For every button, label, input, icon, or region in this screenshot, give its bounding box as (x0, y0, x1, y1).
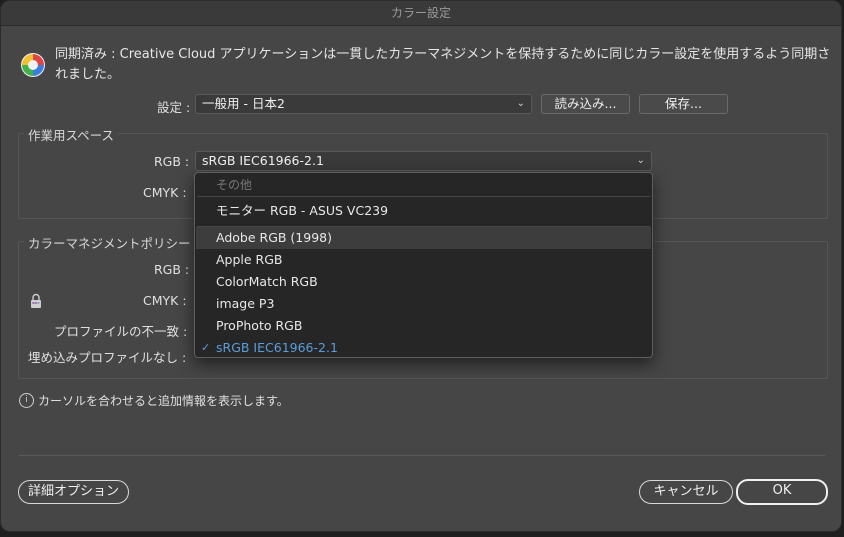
menu-item-label: Adobe RGB (1998) (216, 230, 332, 245)
menu-item-prophoto-rgb[interactable]: ProPhoto RGB (196, 315, 651, 337)
load-button[interactable]: 読み込み... (541, 94, 630, 114)
advanced-options-button[interactable]: 詳細オプション (18, 480, 129, 504)
window-title: カラー設定 (1, 1, 841, 26)
working-spaces-title: 作業用スペース (24, 125, 119, 144)
policy-rgb-label: RGB : (154, 262, 190, 277)
settings-select[interactable]: 一般用 - 日本2 ⌄ (195, 94, 532, 114)
info-icon: i (19, 393, 34, 408)
policies-title: カラーマネジメントポリシー (24, 233, 195, 252)
menu-section-header: その他 (216, 178, 253, 192)
menu-item-label: Apple RGB (216, 252, 283, 267)
menu-divider (197, 196, 650, 197)
menu-item-label: ColorMatch RGB (216, 274, 318, 289)
menu-item-label: sRGB IEC61966-2.1 (216, 340, 338, 355)
sync-status-message: 同期済み : Creative Cloud アプリケーションは一貫したカラーマネ… (55, 47, 831, 82)
menu-item-adobe-rgb[interactable]: Adobe RGB (1998) (196, 227, 651, 249)
menu-item-srgb[interactable]: ✓ sRGB IEC61966-2.1 (196, 337, 651, 359)
menu-item-image-p3[interactable]: image P3 (196, 293, 651, 315)
lock-icon (31, 293, 41, 308)
menu-item-label: image P3 (216, 296, 275, 311)
hint-text: カーソルを合わせると追加情報を表示します。 (38, 394, 289, 408)
color-settings-dialog: カラー設定 同期済み : Creative Cloud アプリケーションは一貫し… (0, 0, 842, 532)
working-rgb-select[interactable]: sRGB IEC61966-2.1 ⌄ (195, 151, 652, 171)
settings-label: 設定 : (157, 100, 191, 115)
ok-button[interactable]: OK (736, 479, 828, 505)
settings-select-value: 一般用 - 日本2 (202, 96, 285, 111)
menu-item-label: ProPhoto RGB (216, 318, 303, 333)
working-rgb-value: sRGB IEC61966-2.1 (202, 153, 324, 168)
menu-item-apple-rgb[interactable]: Apple RGB (196, 249, 651, 271)
footer-separator (19, 455, 825, 456)
profile-mismatch-label: プロファイルの不一致 : (54, 324, 188, 339)
menu-item-monitor-rgb[interactable]: モニター RGB - ASUS VC239 (196, 200, 651, 222)
working-rgb-label: RGB : (154, 154, 190, 169)
working-cmyk-label: CMYK : (143, 185, 187, 200)
menu-item-colormatch-rgb[interactable]: ColorMatch RGB (196, 271, 651, 293)
missing-profile-label: 埋め込みプロファイルなし : (28, 350, 187, 365)
cancel-button[interactable]: キャンセル (639, 480, 733, 504)
sync-color-wheel-icon (21, 53, 45, 77)
rgb-working-space-menu: その他 モニター RGB - ASUS VC239 Adobe RGB (199… (194, 172, 653, 358)
chevron-down-icon: ⌄ (636, 155, 645, 166)
chevron-down-icon: ⌄ (516, 98, 525, 109)
save-button[interactable]: 保存... (639, 94, 728, 114)
checkmark-icon: ✓ (201, 341, 211, 354)
policy-cmyk-label: CMYK : (143, 293, 187, 308)
